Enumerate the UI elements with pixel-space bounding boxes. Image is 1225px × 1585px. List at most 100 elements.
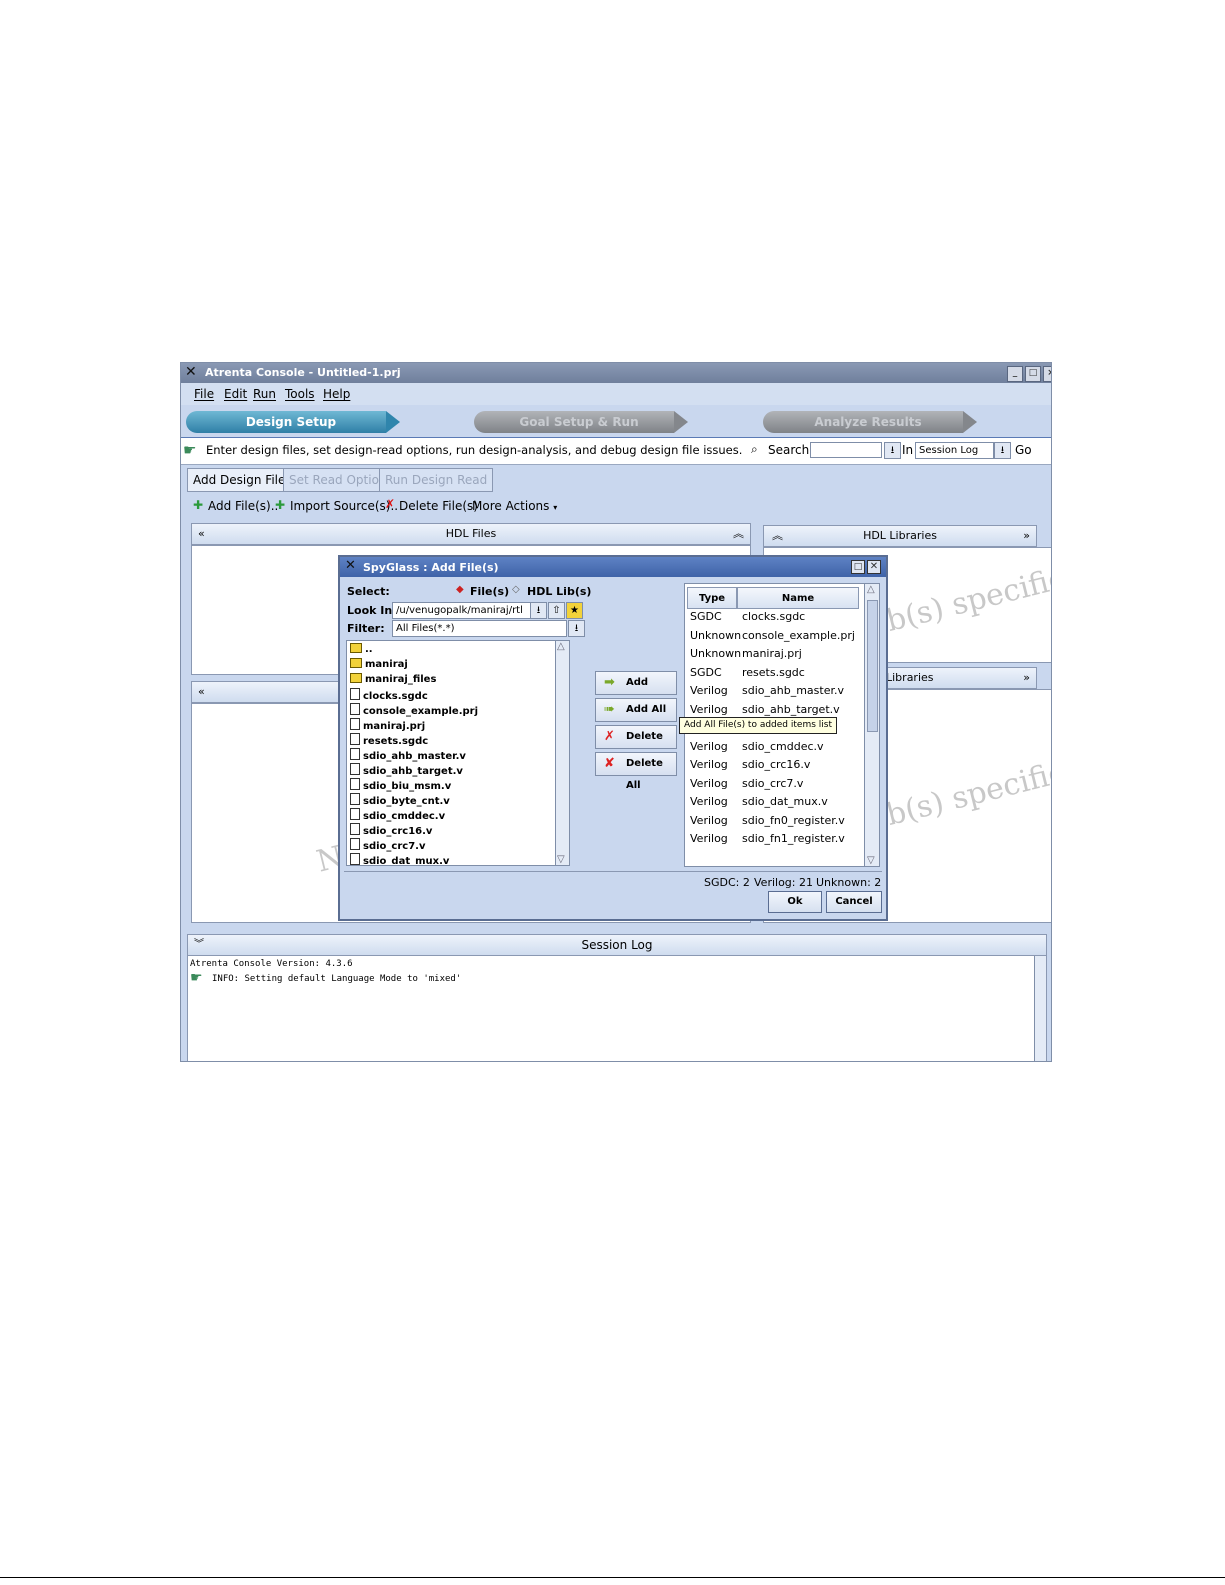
- column-header-type[interactable]: Type: [687, 587, 737, 609]
- collapse-left-icon[interactable]: «: [198, 682, 205, 702]
- delete-all-button[interactable]: ✘ Delete All: [595, 752, 677, 791]
- table-cell-type[interactable]: Verilog: [690, 758, 728, 771]
- close-icon[interactable]: ×: [1043, 366, 1051, 382]
- import-sources-button[interactable]: Import Source(s)..: [290, 499, 398, 513]
- hdl-libraries-header[interactable]: ︽ HDL Libraries »: [763, 525, 1037, 547]
- column-header-name[interactable]: Name: [737, 587, 859, 609]
- filter-dropdown-icon[interactable]: ⭳: [568, 620, 585, 637]
- scroll-down-icon[interactable]: ▽: [557, 854, 565, 865]
- dialog-maximize-icon[interactable]: □: [851, 560, 865, 574]
- list-item[interactable]: sdio_crc16.v: [350, 823, 432, 837]
- table-cell-name[interactable]: sdio_dat_mux.v: [742, 795, 828, 808]
- scroll-thumb[interactable]: [867, 600, 878, 732]
- new-folder-icon[interactable]: ★: [566, 602, 583, 619]
- table-cell-type[interactable]: Verilog: [690, 814, 728, 827]
- table-cell-type[interactable]: Verilog: [690, 740, 728, 753]
- scope-dropdown-icon[interactable]: ⭳: [994, 442, 1011, 459]
- collapse-up-icon[interactable]: ︽: [733, 524, 744, 544]
- more-actions-button[interactable]: More Actions ▾: [472, 499, 557, 513]
- radio-hdl-label[interactable]: HDL Lib(s): [527, 585, 591, 598]
- ok-button[interactable]: Ok: [768, 891, 822, 913]
- list-item[interactable]: maniraj_files: [350, 673, 436, 685]
- list-item[interactable]: sdio_biu_msm.v: [350, 778, 451, 792]
- expand-right-icon[interactable]: »: [1023, 668, 1030, 688]
- tab-run-design-read[interactable]: Run Design Read: [379, 468, 494, 492]
- search-input[interactable]: [810, 442, 882, 458]
- menu-edit[interactable]: Edit: [224, 387, 247, 401]
- table-cell-type[interactable]: Unknown: [690, 629, 741, 642]
- window-titlebar[interactable]: ✕ Atrenta Console - Untitled-1.prj _□×: [181, 363, 1051, 383]
- table-cell-name[interactable]: maniraj.prj: [742, 647, 802, 660]
- table-cell-name[interactable]: sdio_ahb_master.v: [742, 684, 844, 697]
- search-scope-select[interactable]: Session Log: [915, 442, 994, 459]
- table-cell-name[interactable]: sdio_fn0_register.v: [742, 814, 845, 827]
- step-goal-setup-run[interactable]: Goal Setup & Run: [474, 411, 688, 433]
- table-cell-type[interactable]: Unknown: [690, 647, 741, 660]
- table-cell-name[interactable]: sdio_crc16.v: [742, 758, 810, 771]
- step-design-setup[interactable]: Design Setup: [186, 411, 400, 433]
- table-cell-type[interactable]: Verilog: [690, 777, 728, 790]
- collapse-down-icon[interactable]: ︾: [194, 935, 204, 955]
- list-item[interactable]: sdio_crc7.v: [350, 838, 425, 852]
- tab-add-design-files[interactable]: Add Design Files: [187, 468, 298, 492]
- log-scrollbar[interactable]: [1034, 956, 1046, 1061]
- list-item[interactable]: sdio_byte_cnt.v: [350, 793, 450, 807]
- look-in-field[interactable]: /u/venugopalk/maniraj/rtl: [392, 602, 531, 619]
- radio-files-label[interactable]: File(s): [470, 585, 509, 598]
- list-item[interactable]: maniraj.prj: [350, 718, 425, 732]
- search-dropdown-icon[interactable]: ⭳: [884, 442, 901, 459]
- add-button[interactable]: ➡ Add: [595, 671, 677, 695]
- list-item[interactable]: maniraj: [350, 658, 408, 670]
- table-cell-name[interactable]: sdio_ahb_target.v: [742, 703, 840, 716]
- scroll-up-icon[interactable]: △: [867, 584, 875, 595]
- list-item[interactable]: sdio_cmddec.v: [350, 808, 445, 822]
- delete-files-button[interactable]: Delete File(s): [399, 499, 478, 513]
- menu-run[interactable]: Run: [253, 387, 276, 401]
- menu-help[interactable]: Help: [323, 387, 350, 401]
- table-cell-type[interactable]: SGDC: [690, 666, 722, 679]
- filter-field[interactable]: All Files(*.*): [392, 620, 567, 637]
- table-scrollbar[interactable]: △ ▽: [864, 584, 879, 866]
- table-cell-name[interactable]: resets.sgdc: [742, 666, 805, 679]
- table-cell-type[interactable]: Verilog: [690, 703, 728, 716]
- list-item[interactable]: sdio_ahb_target.v: [350, 763, 463, 777]
- dialog-close-icon[interactable]: ✕: [867, 560, 881, 574]
- table-cell-name[interactable]: sdio_cmddec.v: [742, 740, 824, 753]
- hdl-files-header[interactable]: « HDL Files ︽: [191, 523, 751, 545]
- session-log-header[interactable]: ︾ Session Log: [187, 934, 1047, 956]
- scroll-down-icon[interactable]: ▽: [867, 855, 875, 866]
- dialog-titlebar[interactable]: ✕ SpyGlass : Add File(s) □ ✕: [340, 557, 886, 577]
- add-files-button[interactable]: Add File(s)..: [208, 499, 278, 513]
- folder-up-icon[interactable]: ⇧: [548, 602, 565, 619]
- list-item[interactable]: resets.sgdc: [350, 733, 428, 747]
- list-item[interactable]: clocks.sgdc: [350, 688, 428, 702]
- maximize-icon[interactable]: □: [1025, 366, 1041, 382]
- list-item[interactable]: sdio_dat_mux.v: [350, 853, 449, 865]
- table-cell-type[interactable]: Verilog: [690, 832, 728, 845]
- step-analyze-results[interactable]: Analyze Results: [763, 411, 977, 433]
- scroll-up-icon[interactable]: △: [557, 641, 565, 652]
- cancel-button[interactable]: Cancel: [826, 891, 882, 913]
- file-browser-list[interactable]: .. maniraj maniraj_files clocks.sgdc con…: [346, 640, 570, 866]
- delete-button[interactable]: ✗ Delete: [595, 725, 677, 749]
- table-cell-name[interactable]: console_example.prj: [742, 629, 855, 642]
- list-item[interactable]: ..: [350, 643, 373, 655]
- table-cell-type[interactable]: Verilog: [690, 684, 728, 697]
- radio-hdl-icon[interactable]: ◇: [512, 584, 520, 595]
- add-all-button[interactable]: ➠ Add All: [595, 698, 677, 722]
- file-list-scrollbar[interactable]: △ ▽: [555, 641, 569, 865]
- minimize-icon[interactable]: _: [1007, 366, 1023, 382]
- session-log-body[interactable]: Atrenta Console Version: 4.3.6 ☛ INFO: S…: [187, 955, 1047, 1061]
- menu-tools[interactable]: Tools: [285, 387, 315, 401]
- expand-right-icon[interactable]: »: [1023, 526, 1030, 546]
- table-cell-name[interactable]: sdio_fn1_register.v: [742, 832, 845, 845]
- table-cell-type[interactable]: Verilog: [690, 795, 728, 808]
- look-in-dropdown-icon[interactable]: ⭳: [530, 602, 547, 619]
- menu-file[interactable]: File: [194, 387, 214, 401]
- table-cell-type[interactable]: SGDC: [690, 610, 722, 623]
- radio-files-selected-icon[interactable]: ◆: [456, 584, 464, 595]
- list-item[interactable]: sdio_ahb_master.v: [350, 748, 466, 762]
- collapse-up-icon[interactable]: ︽: [772, 526, 783, 546]
- table-cell-name[interactable]: sdio_crc7.v: [742, 777, 803, 790]
- go-button[interactable]: Go: [1015, 443, 1032, 457]
